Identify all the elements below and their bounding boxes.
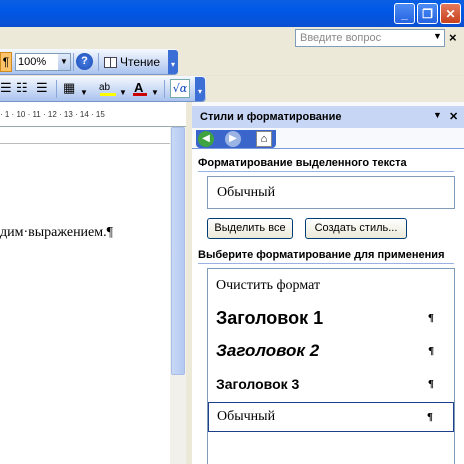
back-icon[interactable]: ◀	[198, 131, 214, 147]
section-divider	[198, 263, 454, 264]
forward-icon[interactable]: ▶	[225, 131, 241, 147]
current-style-box[interactable]: Обычный	[207, 176, 455, 209]
ruler-ticks: · 1 · 10 · 11 · 12 · 13 · 14 · 15	[0, 110, 105, 119]
select-all-button[interactable]: Выделить все	[207, 218, 293, 239]
paragraph-mark-icon: ¶	[428, 312, 434, 324]
numbered-list-icon[interactable]: ☷	[16, 81, 28, 95]
style-label: Заголовок 1	[216, 307, 324, 328]
toolbar-area	[206, 76, 464, 102]
paragraph-mark-icon: ¶	[427, 411, 433, 423]
style-label: Обычный	[217, 409, 276, 424]
page-margin-line	[0, 143, 170, 144]
show-marks-button[interactable]: ¶	[0, 52, 12, 72]
section-title-apply: Выберите форматирование для применения	[198, 249, 445, 261]
reading-mode-button[interactable]: Чтение	[104, 52, 160, 72]
list-item-clear-format[interactable]: Очистить формат	[208, 271, 454, 301]
help-button[interactable]: ?	[76, 53, 93, 70]
close-document-button[interactable]: ×	[449, 30, 457, 45]
equation-button[interactable]: √α	[170, 79, 190, 98]
section-divider	[198, 171, 454, 172]
list-item-heading-1[interactable]: Заголовок 1 ¶	[208, 303, 454, 333]
chevron-down-icon[interactable]: ▼	[151, 86, 159, 100]
font-color-swatch	[133, 93, 147, 96]
borders-icon[interactable]: ▦	[63, 81, 75, 95]
help-search-input[interactable]: Введите вопрос	[295, 29, 445, 47]
style-label: Очистить формат	[216, 278, 321, 293]
list-item-heading-3[interactable]: Заголовок 3 ¶	[208, 369, 454, 399]
reading-mode-label: Чтение	[120, 55, 161, 69]
style-label: Заголовок 3	[216, 376, 300, 392]
toolbar-options-icon[interactable]: ▾	[195, 77, 205, 101]
book-icon	[104, 56, 117, 68]
paragraph-mark-icon: ¶	[428, 378, 434, 390]
style-label: Заголовок 2	[216, 341, 320, 360]
toolbar-options-icon[interactable]: ▾	[168, 50, 178, 74]
close-icon[interactable]: ✕	[449, 110, 458, 123]
chevron-down-icon[interactable]: ▼	[80, 86, 88, 100]
scrollbar-thumb[interactable]	[171, 127, 185, 375]
chevron-down-icon[interactable]: ▼	[433, 31, 442, 41]
list-item-heading-2[interactable]: Заголовок 2 ¶	[208, 336, 454, 366]
document-text[interactable]: дим·выражением.¶	[0, 225, 113, 241]
home-icon[interactable]: ⌂	[256, 131, 272, 147]
separator	[73, 53, 74, 71]
highlight-color-swatch	[100, 93, 116, 96]
new-style-button[interactable]: Создать стиль...	[305, 218, 407, 239]
minimize-icon: _	[401, 6, 408, 21]
separator	[56, 80, 57, 98]
list-item-normal[interactable]: Обычный ¶	[208, 402, 454, 432]
restore-icon: ❐	[422, 6, 433, 21]
task-pane-title: Стили и форматирование	[200, 111, 342, 123]
separator	[164, 80, 165, 98]
close-icon: ✕	[445, 6, 456, 21]
paragraph-mark-icon: ¶	[428, 345, 435, 357]
restore-button[interactable]: ❐	[417, 3, 438, 24]
close-button[interactable]: ✕	[440, 3, 461, 24]
bulleted-list-icon[interactable]: ☰	[36, 81, 48, 95]
section-title-selected: Форматирование выделенного текста	[198, 157, 407, 169]
chevron-down-icon[interactable]: ▼	[433, 110, 442, 120]
chevron-down-icon[interactable]: ▼	[58, 54, 70, 70]
separator	[98, 53, 99, 71]
toolbar-area	[178, 49, 464, 75]
chevron-down-icon[interactable]: ▼	[119, 86, 127, 100]
align-justify-icon[interactable]: ☰	[0, 81, 12, 95]
minimize-button[interactable]: _	[394, 3, 415, 24]
document-page[interactable]	[0, 127, 170, 464]
